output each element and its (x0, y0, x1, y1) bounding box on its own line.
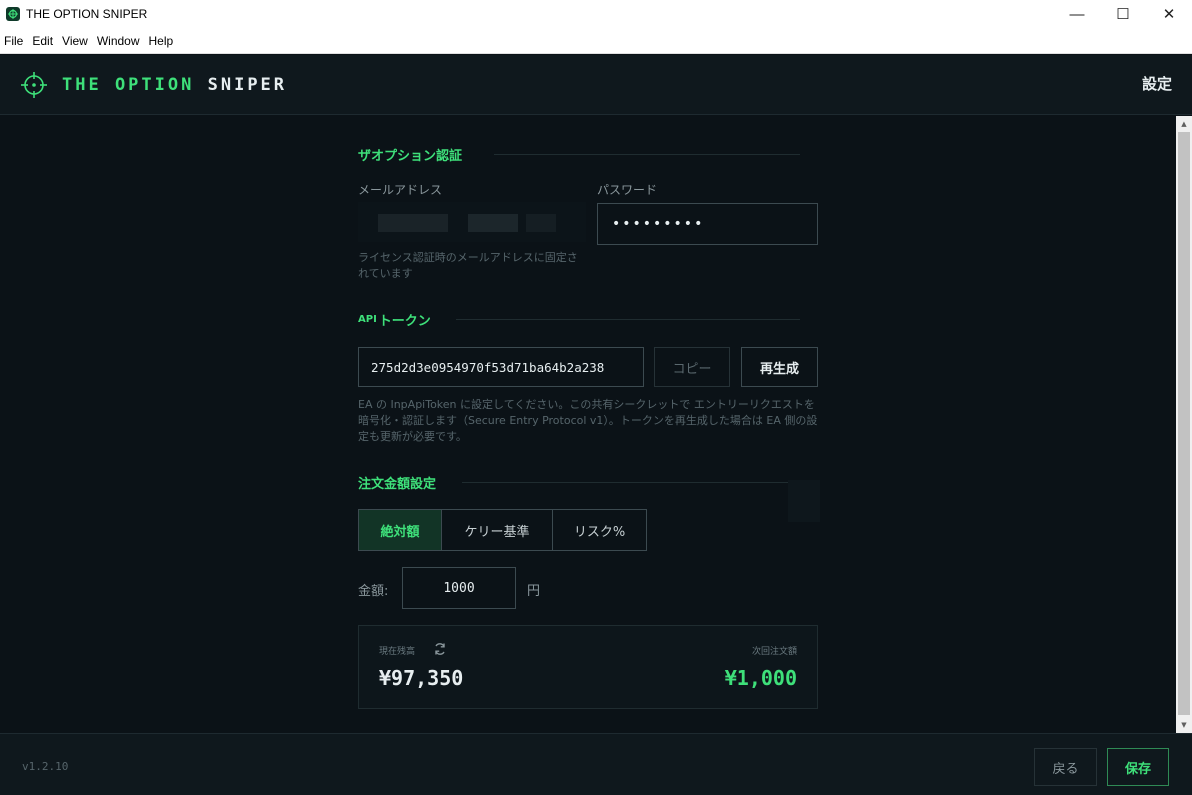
regenerate-button[interactable]: 再生成 (741, 347, 818, 387)
auth-section-title: ザオプション認証 (358, 149, 463, 164)
order-section-divider (462, 482, 788, 483)
amount-label: 金額: (358, 584, 389, 599)
api-title-prefix: API (358, 314, 377, 325)
footer-bar: v1.2.10 戻る 保存 (0, 733, 1192, 795)
email-hint: ライセンス認証時のメールアドレスに固定されています (358, 251, 578, 280)
menu-file[interactable]: File (4, 34, 23, 48)
scroll-thumb[interactable] (1178, 132, 1190, 715)
mode-risk-tab[interactable]: リスク% (553, 510, 646, 550)
save-button[interactable]: 保存 (1107, 748, 1169, 786)
page-title: 設定 (1141, 75, 1172, 93)
balance-card: 現在残高 ¥97,350 次回注文額 ¥1,000 (358, 625, 818, 709)
mode-absolute-tab[interactable]: 絶対額 (359, 510, 442, 550)
minimize-button[interactable]: — (1054, 0, 1100, 28)
api-token-field[interactable]: 275d2d3e0954970f53d71ba64b2a238 (358, 347, 644, 387)
balance-value: ¥97,350 (379, 666, 464, 690)
password-field[interactable]: ••••••••• (597, 203, 818, 245)
version-label: v1.2.10 (22, 760, 69, 773)
back-button[interactable]: 戻る (1034, 748, 1097, 786)
next-order-value: ¥1,000 (724, 666, 797, 690)
email-redacted-block (526, 214, 556, 232)
order-mode-selector: 絶対額 ケリー基準 リスク% (358, 509, 647, 551)
window-controls: — ☐ ✕ (1054, 0, 1192, 28)
maximize-button[interactable]: ☐ (1100, 0, 1146, 28)
brand-part-2: SNIPER (207, 74, 288, 95)
brand-name: THE OPTION SNIPER (62, 75, 287, 95)
window-title: THE OPTION SNIPER (26, 7, 148, 21)
decorative-panel (788, 480, 820, 522)
email-field (358, 202, 586, 242)
menu-edit[interactable]: Edit (32, 34, 53, 48)
crosshair-logo-icon (21, 71, 47, 98)
api-section-title: API トークン (358, 310, 431, 329)
balance-label: 現在残高 (379, 647, 416, 657)
menu-help[interactable]: Help (149, 34, 174, 48)
scroll-down-arrow-icon[interactable]: ▼ (1176, 717, 1192, 733)
auth-section-divider (494, 154, 800, 155)
content-scrollbar[interactable]: ▲ ▼ (1176, 116, 1192, 733)
api-token-hint: EA の InpApiToken に設定してください。この共有シークレットで エ… (358, 398, 818, 443)
refresh-icon[interactable] (433, 642, 447, 656)
close-button[interactable]: ✕ (1146, 0, 1192, 28)
amount-unit: 円 (527, 584, 541, 599)
window-titlebar: THE OPTION SNIPER — ☐ ✕ (0, 0, 1192, 28)
app-header: THE OPTION SNIPER 設定 (0, 55, 1192, 115)
api-section-divider (456, 319, 800, 320)
menu-window[interactable]: Window (97, 34, 140, 48)
email-label: メールアドレス (358, 183, 443, 197)
app-crosshair-icon (6, 7, 20, 21)
copy-button[interactable]: コピー (654, 347, 730, 387)
brand-part-1: THE OPTION (62, 74, 195, 95)
api-title-suffix: トークン (378, 314, 431, 329)
menu-bar: File Edit View Window Help (0, 28, 1192, 54)
next-order-label: 次回注文額 (751, 647, 797, 657)
menu-view[interactable]: View (62, 34, 88, 48)
mode-kelly-tab[interactable]: ケリー基準 (442, 510, 553, 550)
email-redacted-block (468, 214, 518, 232)
email-redacted-block (378, 214, 448, 232)
order-section-title: 注文金額設定 (358, 477, 437, 492)
amount-input[interactable]: 1000 (402, 567, 516, 609)
password-label: パスワード (597, 183, 658, 197)
scroll-up-arrow-icon[interactable]: ▲ (1176, 116, 1192, 132)
